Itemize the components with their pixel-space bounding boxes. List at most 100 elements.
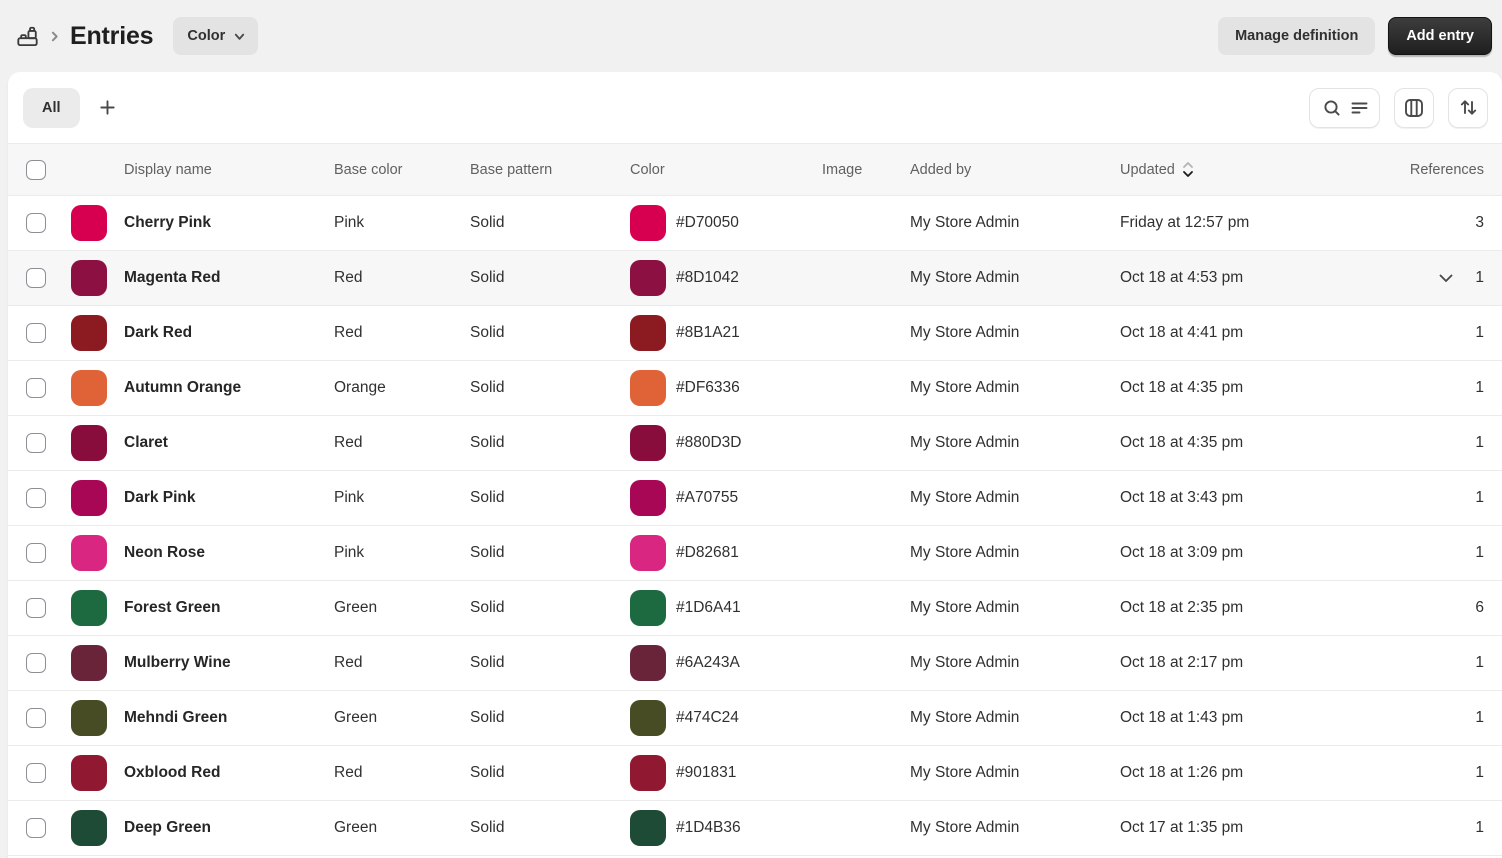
edit-columns-button[interactable]: [1394, 88, 1434, 128]
add-entry-button[interactable]: Add entry: [1388, 17, 1492, 55]
row-checkbox[interactable]: [26, 708, 46, 728]
table-row[interactable]: Deep Green Green Solid #1D4B36 My Store …: [8, 801, 1502, 856]
color-hex: #8D1042: [676, 269, 739, 287]
display-name: Dark Pink: [124, 489, 196, 507]
entries-table: Display name Base color Base pattern Color I…: [8, 143, 1502, 856]
table-row[interactable]: Magenta Red Red Solid #8D1042 My Store A…: [8, 251, 1502, 306]
chevron-down-icon: [1439, 274, 1453, 283]
color-swatch: [630, 315, 666, 351]
entry-thumbnail-swatch: [71, 260, 107, 296]
table-row[interactable]: Cherry Pink Pink Solid #D70050 My Store …: [8, 196, 1502, 251]
add-view-button[interactable]: [87, 88, 129, 128]
base-pattern: Solid: [470, 379, 504, 397]
table-row[interactable]: Mehndi Green Green Solid #474C24 My Stor…: [8, 691, 1502, 746]
row-checkbox[interactable]: [26, 213, 46, 233]
display-name: Autumn Orange: [124, 379, 241, 397]
display-name: Claret: [124, 434, 168, 452]
table-row[interactable]: Claret Red Solid #880D3D My Store Admin …: [8, 416, 1502, 471]
search-filter-button[interactable]: [1309, 88, 1380, 128]
row-checkbox[interactable]: [26, 818, 46, 838]
table-row[interactable]: Oxblood Red Red Solid #901831 My Store A…: [8, 746, 1502, 801]
base-pattern: Solid: [470, 819, 504, 837]
base-color: Pink: [334, 214, 364, 232]
base-pattern: Solid: [470, 324, 504, 342]
filter-lines-icon: [1351, 99, 1368, 117]
color-hex: #880D3D: [676, 434, 742, 452]
row-checkbox[interactable]: [26, 543, 46, 563]
added-by: My Store Admin: [910, 544, 1019, 562]
table-row[interactable]: Dark Red Red Solid #8B1A21 My Store Admi…: [8, 306, 1502, 361]
entry-thumbnail-swatch: [71, 810, 107, 846]
references-count: 1: [1475, 269, 1484, 287]
updated-at: Oct 17 at 1:35 pm: [1120, 819, 1243, 837]
display-name: Neon Rose: [124, 544, 205, 562]
updated-at: Oct 18 at 2:17 pm: [1120, 654, 1243, 672]
entry-thumbnail-swatch: [71, 755, 107, 791]
sort-button[interactable]: [1448, 88, 1488, 128]
column-header-base_color[interactable]: Base color: [334, 162, 403, 178]
color-hex: #DF6336: [676, 379, 740, 397]
definition-type-label: Color: [187, 28, 225, 44]
column-header-base_pattern[interactable]: Base pattern: [470, 162, 552, 178]
color-hex: #1D4B36: [676, 819, 741, 837]
sort-indicator-icon: [1182, 161, 1194, 178]
tab-bar: All: [8, 72, 1502, 143]
entry-thumbnail-swatch: [71, 590, 107, 626]
column-header-image[interactable]: Image: [822, 162, 862, 178]
base-color: Pink: [334, 489, 364, 507]
base-color: Green: [334, 599, 377, 617]
updated-at: Oct 18 at 4:53 pm: [1120, 269, 1243, 287]
color-swatch: [630, 645, 666, 681]
base-pattern: Solid: [470, 269, 504, 287]
chevron-down-icon: [233, 30, 246, 43]
added-by: My Store Admin: [910, 599, 1019, 617]
row-disclosure-button[interactable]: [1439, 274, 1453, 283]
row-checkbox[interactable]: [26, 488, 46, 508]
row-checkbox[interactable]: [26, 433, 46, 453]
base-pattern: Solid: [470, 709, 504, 727]
row-checkbox[interactable]: [26, 763, 46, 783]
column-header-added_by[interactable]: Added by: [910, 162, 971, 178]
color-swatch: [630, 260, 666, 296]
added-by: My Store Admin: [910, 489, 1019, 507]
entry-thumbnail-swatch: [71, 205, 107, 241]
table-row[interactable]: Forest Green Green Solid #1D6A41 My Stor…: [8, 581, 1502, 636]
definition-type-dropdown[interactable]: Color: [173, 17, 258, 55]
column-header-updated[interactable]: Updated: [1120, 161, 1194, 178]
table-row[interactable]: Autumn Orange Orange Solid #DF6336 My St…: [8, 361, 1502, 416]
row-checkbox[interactable]: [26, 378, 46, 398]
base-color: Red: [334, 269, 362, 287]
references-count: 1: [1475, 434, 1484, 452]
select-all-checkbox[interactable]: [26, 160, 46, 180]
entry-thumbnail-swatch: [71, 425, 107, 461]
column-header-color[interactable]: Color: [630, 162, 665, 178]
entry-thumbnail-swatch: [71, 315, 107, 351]
added-by: My Store Admin: [910, 324, 1019, 342]
row-checkbox[interactable]: [26, 653, 46, 673]
tab-all[interactable]: All: [23, 88, 80, 128]
table-row[interactable]: Neon Rose Pink Solid #D82681 My Store Ad…: [8, 526, 1502, 581]
row-checkbox[interactable]: [26, 598, 46, 618]
column-header-name[interactable]: Display name: [124, 162, 212, 178]
column-header-references[interactable]: References: [1410, 162, 1484, 178]
manage-definition-button[interactable]: Manage definition: [1218, 17, 1375, 55]
entry-thumbnail-swatch: [71, 370, 107, 406]
table-row[interactable]: Mulberry Wine Red Solid #6A243A My Store…: [8, 636, 1502, 691]
row-checkbox[interactable]: [26, 323, 46, 343]
table-row[interactable]: Dark Pink Pink Solid #A70755 My Store Ad…: [8, 471, 1502, 526]
color-swatch: [630, 535, 666, 571]
metaobjects-icon[interactable]: [16, 25, 39, 48]
search-icon: [1322, 98, 1342, 118]
color-hex: #D82681: [676, 544, 739, 562]
base-color: Red: [334, 324, 362, 342]
page-title: Entries: [70, 22, 153, 51]
color-swatch: [630, 755, 666, 791]
updated-at: Oct 18 at 4:41 pm: [1120, 324, 1243, 342]
row-checkbox[interactable]: [26, 268, 46, 288]
updated-at: Oct 18 at 3:43 pm: [1120, 489, 1243, 507]
base-pattern: Solid: [470, 489, 504, 507]
display-name: Cherry Pink: [124, 214, 211, 232]
added-by: My Store Admin: [910, 379, 1019, 397]
color-hex: #901831: [676, 764, 736, 782]
entry-thumbnail-swatch: [71, 700, 107, 736]
